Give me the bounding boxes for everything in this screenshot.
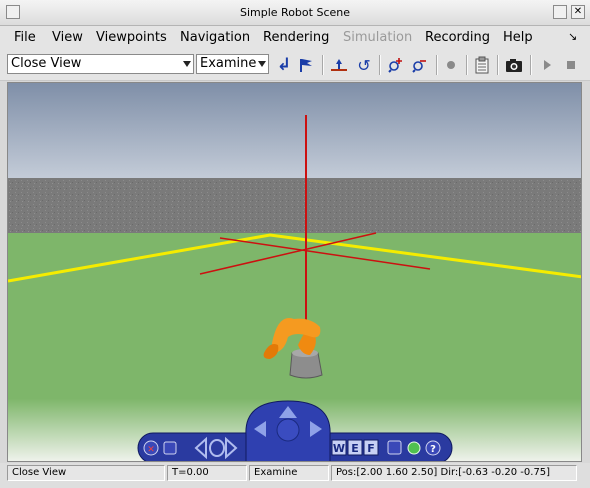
toolbar-separator [436, 55, 438, 75]
record-dot-icon [447, 61, 455, 69]
return-arrow-icon: ↲ [276, 55, 292, 75]
scene-canvas[interactable]: ✕ W E F ? [8, 83, 582, 462]
sky [8, 83, 581, 179]
svg-text:E: E [351, 442, 359, 455]
return-viewpoint-button[interactable]: ↲ [274, 55, 294, 75]
svg-text:✕: ✕ [147, 445, 155, 455]
3d-viewport[interactable]: ✕ W E F ? [7, 82, 582, 462]
record-button [441, 55, 461, 75]
status-bar: Close View T=0.00 Examine Pos:[2.00 1.60… [0, 463, 590, 488]
status-viewpoint: Close View [7, 465, 165, 481]
undo-view-button[interactable]: ↺ [354, 55, 374, 75]
svg-text:F: F [367, 442, 375, 455]
toolbar-separator [530, 55, 532, 75]
level-icon [331, 59, 347, 71]
navigation-mode-value: Examine [200, 56, 257, 71]
set-viewpoint-button[interactable] [296, 55, 316, 75]
menu-file[interactable]: File [14, 30, 36, 45]
status-time: T=0.00 [167, 465, 247, 481]
menu-pin-icon[interactable]: ↘ [568, 30, 577, 43]
stop-icon [567, 61, 575, 69]
menu-viewpoints[interactable]: Viewpoints [96, 30, 167, 45]
svg-text:W: W [333, 442, 345, 455]
close-icon: ✕ [573, 6, 583, 17]
headlight-icon[interactable] [407, 441, 421, 455]
toolbar-separator [497, 55, 499, 75]
chevron-down-icon [258, 61, 266, 67]
toolbar: Close View Examine ↲ ↺ [0, 50, 590, 81]
undo-icon: ↺ [357, 55, 371, 75]
navigation-mode-select[interactable]: Examine [196, 54, 269, 74]
toolbar-separator [379, 55, 381, 75]
menu-navigation[interactable]: Navigation [180, 30, 250, 45]
menu-view[interactable]: View [52, 30, 83, 45]
status-position: Pos:[2.00 1.60 2.50] Dir:[-0.63 -0.20 -0… [331, 465, 577, 481]
minimize-button[interactable] [553, 5, 567, 19]
menu-help[interactable]: Help [503, 30, 533, 45]
clipboard-button[interactable] [472, 55, 492, 75]
toolbar-separator [466, 55, 468, 75]
window-title: Simple Robot Scene [240, 6, 350, 19]
title-bar: Simple Robot Scene ✕ [0, 0, 590, 26]
viewpoint-select-value: Close View [11, 56, 82, 71]
zoom-out-icon [412, 60, 426, 73]
fit-view-icon[interactable] [387, 440, 402, 455]
viewpoint-select[interactable]: Close View [7, 54, 194, 74]
chevron-down-icon [183, 61, 191, 67]
play-icon [543, 60, 551, 70]
menu-simulation: Simulation [343, 30, 413, 45]
play-button [537, 55, 557, 75]
svg-text:?: ? [430, 444, 436, 455]
status-mode: Examine [249, 465, 329, 481]
toolbar-separator [322, 55, 324, 75]
zoom-out-button[interactable] [410, 55, 430, 75]
snapshot-button[interactable] [504, 55, 524, 75]
close-button[interactable]: ✕ [571, 5, 585, 19]
stop-button [561, 55, 581, 75]
menu-bar: File View Viewpoints Navigation Renderin… [0, 26, 590, 50]
zoom-in-button[interactable] [386, 55, 406, 75]
windowed-icon[interactable] [163, 441, 177, 455]
menu-rendering[interactable]: Rendering [263, 30, 329, 45]
straighten-button[interactable] [329, 55, 349, 75]
zoom-in-icon [388, 58, 402, 73]
clipboard-icon [475, 56, 489, 74]
menu-recording[interactable]: Recording [425, 30, 490, 45]
camera-icon [506, 59, 522, 72]
flag-icon [300, 59, 312, 72]
